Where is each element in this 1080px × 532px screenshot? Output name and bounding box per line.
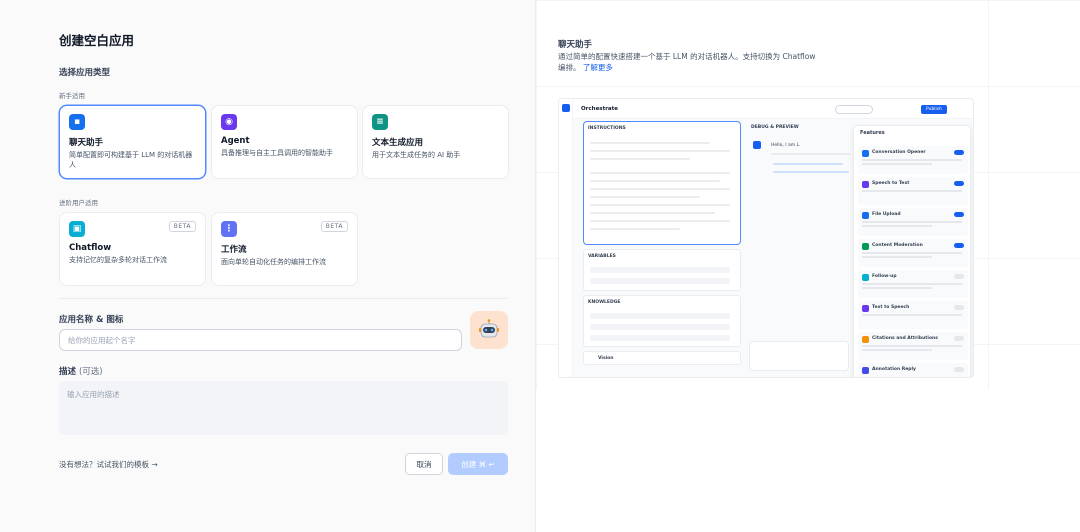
app-name-label: 应用名称 & 图标	[59, 315, 124, 325]
card-desc: 用于文本生成任务的 AI 助手	[372, 151, 461, 159]
app-preview-screenshot: Orchestrate Publish INSTRUCTIONS VARIABL…	[558, 98, 974, 378]
preview-sidebar	[559, 99, 573, 377]
app-type-card-workflow[interactable]: ⋮ BETA 工作流 面向单轮自动化任务的编排工作流	[211, 212, 358, 286]
preview-knowledge-panel: KNOWLEDGE	[583, 295, 741, 347]
app-name-input[interactable]: 给你的应用起个名字	[59, 329, 462, 351]
preview-description: 通过简单的配置快速搭建一个基于 LLM 的对话机器人。支持切换为 Chatflo…	[558, 51, 818, 73]
chat-icon: ▪	[69, 114, 85, 130]
preview-model-selector	[835, 105, 873, 114]
advanced-group-label: 进阶用户适用	[59, 199, 98, 207]
feature-item: Text to Speech	[858, 301, 968, 329]
optional-hint: (可选)	[78, 367, 103, 377]
robot-icon	[479, 319, 499, 338]
preview-bot-avatar	[753, 141, 761, 149]
description-placeholder: 输入应用的描述	[67, 390, 120, 399]
text-gen-icon: ≡	[372, 114, 388, 130]
card-desc: 具备推理与自主工具调用的智能助手	[221, 149, 333, 157]
preview-variables-label: VARIABLES	[588, 254, 616, 259]
feature-item: File Upload	[858, 208, 968, 236]
preview-orchestrate-title: Orchestrate	[581, 106, 618, 112]
section-divider	[59, 298, 508, 299]
chatflow-icon: ▣	[69, 221, 85, 237]
beta-badge: BETA	[168, 221, 196, 232]
learn-more-link[interactable]: 了解更多	[583, 63, 613, 72]
preview-vision-panel: Vision	[583, 351, 741, 365]
app-type-card-chat[interactable]: ▪ 聊天助手 简单配置即可构建基于 LLM 的对话机器人	[59, 105, 206, 179]
preview-publish-button: Publish	[921, 105, 947, 114]
preview-vision-label: Vision	[598, 356, 614, 361]
feature-item: Speech to Text	[858, 177, 968, 205]
app-icon-picker[interactable]	[470, 311, 508, 349]
preview-variables-panel: VARIABLES	[583, 249, 741, 291]
preview-chat-greeting: Hello, I am L.	[771, 143, 801, 148]
card-name: 工作流	[221, 245, 247, 255]
card-name: Chatflow	[69, 243, 112, 253]
app-type-card-agent[interactable]: ◉ Agent 具备推理与自主工具调用的智能助手	[211, 105, 358, 179]
app-name-placeholder: 给你的应用起个名字	[68, 335, 136, 345]
card-name: 文本生成应用	[372, 138, 424, 148]
feature-item: Content Moderation	[858, 239, 968, 267]
beginner-group-label: 新手适用	[59, 92, 85, 100]
preview-chat-input	[749, 341, 849, 371]
page-title: 创建空白应用	[59, 33, 135, 48]
app-type-label: 选择应用类型	[59, 68, 111, 78]
create-button[interactable]: 创建 ⌘ ↵	[448, 453, 508, 475]
card-name: Agent	[221, 136, 250, 146]
preview-instructions-panel: INSTRUCTIONS	[583, 121, 741, 245]
app-type-card-text-generation[interactable]: ≡ 文本生成应用 用于文本生成任务的 AI 助手	[362, 105, 509, 179]
app-type-card-chatflow[interactable]: ▣ BETA Chatflow 支持记忆的复杂多轮对话工作流	[59, 212, 206, 286]
card-desc: 面向单轮自动化任务的编排工作流	[221, 258, 326, 266]
beta-badge: BETA	[320, 221, 348, 232]
preview-features-title: Features	[860, 130, 885, 136]
workflow-icon: ⋮	[221, 221, 237, 237]
card-desc: 支持记忆的复杂多轮对话工作流	[69, 256, 167, 264]
description-textarea[interactable]: 输入应用的描述	[59, 381, 508, 435]
card-desc: 简单配置即可构建基于 LLM 的对话机器人	[69, 151, 193, 169]
preview-knowledge-label: KNOWLEDGE	[588, 300, 621, 305]
template-link[interactable]: 没有想法？试试我们的模板 →	[59, 459, 158, 470]
feature-item: Citations and Attributions	[858, 332, 968, 360]
description-label: 描述 (可选)	[59, 365, 103, 377]
feature-item: Annotation Reply	[858, 363, 968, 377]
preview-topbar	[559, 99, 973, 119]
preview-instructions-label: INSTRUCTIONS	[588, 126, 626, 131]
preview-features-panel: Features Conversation Opener Speech to T…	[853, 125, 971, 377]
card-name: 聊天助手	[69, 138, 104, 148]
preview-app-icon	[562, 104, 570, 112]
preview-debug-label: DEBUG & PREVIEW	[751, 125, 799, 130]
description-label-text: 描述	[59, 367, 77, 377]
feature-item: Conversation Opener	[858, 146, 968, 174]
preview-title: 聊天助手	[558, 40, 593, 50]
feature-item: Follow-up	[858, 270, 968, 298]
agent-icon: ◉	[221, 114, 237, 130]
cancel-button[interactable]: 取消	[405, 453, 443, 475]
